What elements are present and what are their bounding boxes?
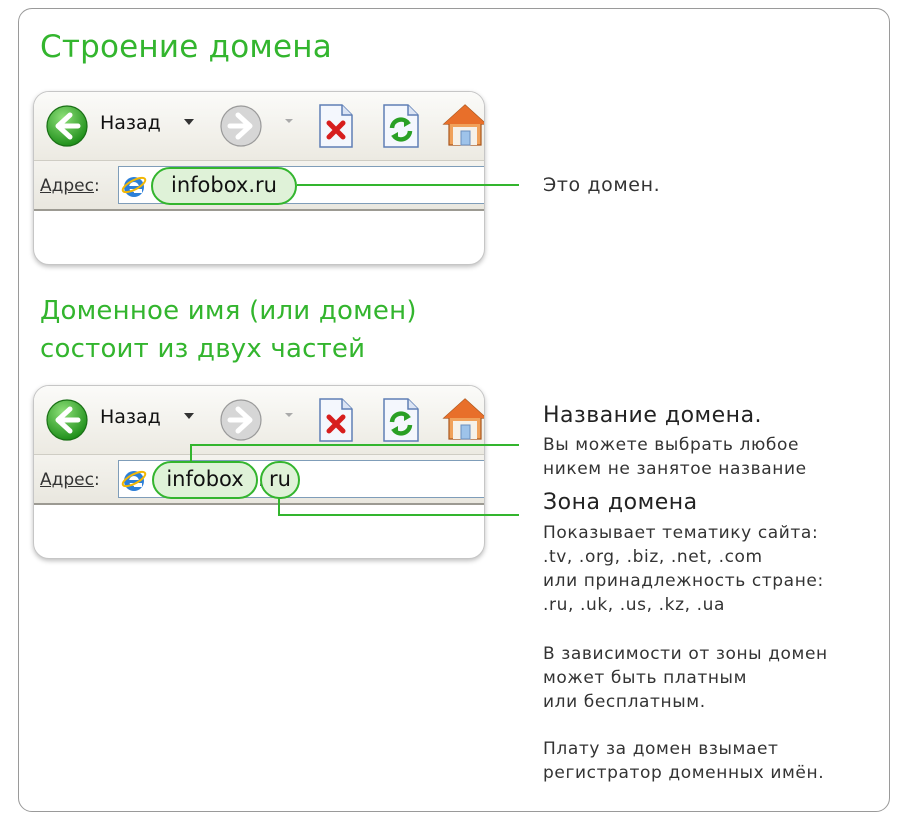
forward-arrow-icon[interactable] xyxy=(220,399,262,441)
refresh-page-icon[interactable] xyxy=(382,398,420,442)
note-paid: В зависимости от зоны домен может быть п… xyxy=(543,644,828,712)
forward-dropdown-icon[interactable] xyxy=(285,413,293,417)
connector-name-horizontal xyxy=(190,444,519,446)
stop-page-icon[interactable] xyxy=(318,398,354,442)
back-label[interactable]: Назад xyxy=(100,406,161,428)
heading-domain-zone: Зона домена xyxy=(543,490,698,515)
home-icon[interactable] xyxy=(442,396,485,442)
title-parts: Доменное имя (или домен) состоит из двух … xyxy=(40,296,417,364)
address-label: Адрес: xyxy=(40,176,100,196)
address-label: Адрес: xyxy=(40,470,100,490)
forward-dropdown-icon[interactable] xyxy=(285,119,293,123)
desc-domain-name: Вы можете выбрать любое никем не занятое… xyxy=(543,435,807,479)
label-this-is-domain: Это домен. xyxy=(543,174,661,196)
domain-name-pill: infobox xyxy=(152,461,258,499)
back-label[interactable]: Назад xyxy=(100,112,161,134)
back-arrow-icon[interactable] xyxy=(46,399,88,441)
ie-logo-icon xyxy=(121,470,147,491)
back-arrow-icon[interactable] xyxy=(46,105,88,147)
connector-zone-horizontal xyxy=(278,514,519,516)
stop-page-icon[interactable] xyxy=(318,104,354,148)
desc-domain-zone: Показывает тематику сайта: .tv, .org, .b… xyxy=(543,523,824,615)
domain-zone-pill: ru xyxy=(260,461,300,499)
home-icon[interactable] xyxy=(442,102,485,148)
note-registrar: Плату за домен взымает регистратор домен… xyxy=(543,739,825,783)
back-dropdown-icon[interactable] xyxy=(184,119,194,125)
browser-toolbar: Назад xyxy=(34,92,484,161)
domain-full-pill: infobox.ru xyxy=(151,167,297,205)
ie-logo-icon xyxy=(121,176,147,197)
back-dropdown-icon[interactable] xyxy=(184,413,194,419)
heading-domain-name: Название домена. xyxy=(543,403,763,428)
connector-domain xyxy=(297,184,519,186)
refresh-page-icon[interactable] xyxy=(382,104,420,148)
forward-arrow-icon[interactable] xyxy=(220,105,262,147)
title-structure: Строение домена xyxy=(40,29,332,65)
